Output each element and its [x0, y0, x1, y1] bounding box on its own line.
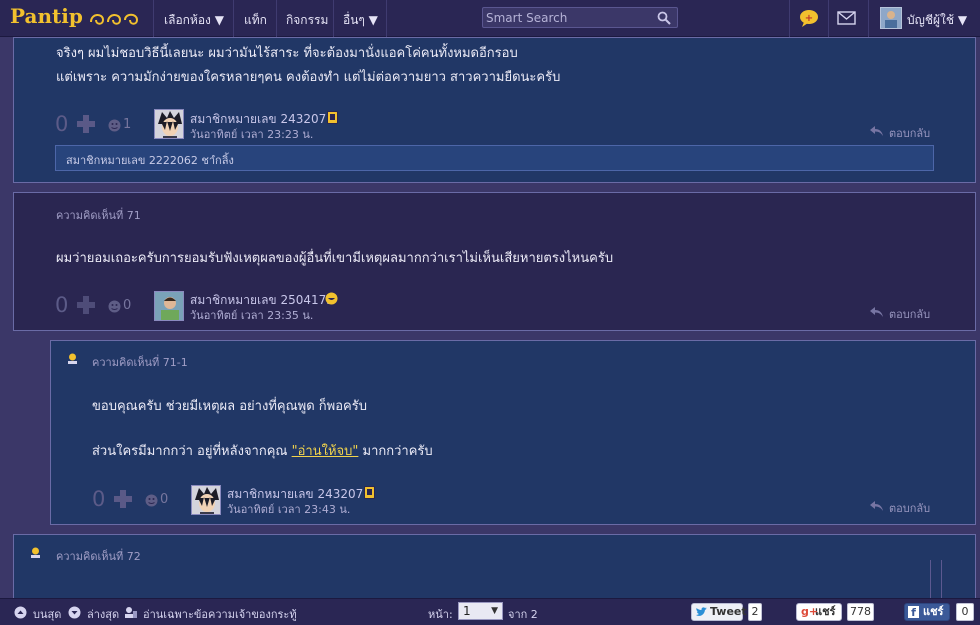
page-select[interactable]: 1 ▼ — [458, 602, 503, 620]
facebook-count: 0 — [956, 603, 974, 621]
tweet-count: 2 — [748, 603, 762, 621]
scroll-bottom-icon[interactable] — [68, 606, 81, 619]
pantip-logo[interactable]: Pantip — [10, 4, 83, 28]
account-menu[interactable]: บัญชีผู้ใช้ ▼ — [907, 11, 967, 30]
quoted-reply-bar[interactable]: สมาชิกหมายเลข 2222062 ชาํกลิ้ง — [55, 145, 934, 171]
scroll-bottom-button[interactable]: ล่างสุด — [87, 605, 119, 623]
scroll-top-icon[interactable] — [14, 606, 27, 619]
nav-divider — [868, 0, 869, 37]
comment-text: แต่เพราะ ความมักง่ายของใครหลายๆคน คงต้อง… — [56, 70, 561, 85]
comment-text: จริงๆ ผมไม่ชอบวิธีนี้เลยนะ ผมว่ามันไร้สา… — [56, 46, 518, 61]
bottom-toolbar: บนสุด ล่างสุด อ่านเฉพาะข้อความเจ้าของกระ… — [0, 598, 980, 625]
reply-comment-icon — [68, 353, 77, 364]
nav-divider — [386, 0, 387, 37]
emotion-icon[interactable] — [108, 300, 121, 313]
nav-divider — [789, 0, 790, 37]
member-badge-icon — [327, 111, 338, 124]
nav-activities[interactable]: กิจกรรม — [286, 11, 328, 30]
comment-71-1-box — [50, 340, 976, 525]
page-total: จาก 2 — [508, 608, 538, 621]
photo-avatar-icon — [155, 292, 183, 320]
emotion-count: 0 — [160, 492, 169, 507]
page-select-value: 1 — [463, 604, 471, 618]
pantip-logo-mark-icon[interactable] — [88, 8, 140, 28]
member-badge-icon — [364, 486, 375, 499]
scroll-top-button[interactable]: บนสุด — [33, 605, 61, 623]
plus-vote-icon[interactable] — [76, 295, 96, 315]
text-segment: มากกว่าครับ — [358, 444, 433, 459]
user-avatar[interactable] — [191, 485, 221, 515]
reply-icon[interactable] — [870, 501, 883, 511]
tweet-button[interactable]: Tweet — [691, 603, 747, 621]
vote-score: 0 — [55, 293, 69, 317]
nav-divider — [153, 0, 154, 37]
reply-button[interactable]: ตอบกลับ — [889, 305, 930, 323]
comment-number: ความคิดเห็นที่ 71-1 — [92, 356, 188, 369]
gplus-share-button[interactable]: g+ แชร์ — [796, 603, 842, 621]
top-navbar: Pantip เลือกห้อง ▼ แท็ก กิจกรรม อื่นๆ ▼ … — [0, 0, 980, 37]
search-input[interactable] — [486, 10, 654, 25]
comment-date: วันอาทิตย์ เวลา 23:43 น. — [227, 503, 351, 516]
quoted-user: สมาชิกหมายเลข 2222062 ชาํกลิ้ง — [66, 154, 234, 167]
comment-text: ขอบคุณครับ ช่วยมีเหตุผล อย่างที่คุณพูด ก… — [92, 399, 367, 414]
reply-button[interactable]: ตอบกลับ — [889, 499, 930, 517]
read-to-end-link[interactable]: "อ่านให้จบ" — [292, 444, 359, 459]
reply-icon[interactable] — [870, 126, 883, 136]
svg-text:+: + — [805, 13, 813, 24]
gplus-count: 778 — [847, 603, 874, 621]
emotion-icon[interactable] — [108, 119, 121, 132]
user-avatar[interactable] — [154, 291, 184, 321]
facebook-label: แชร์ — [923, 605, 944, 618]
user-avatar[interactable] — [154, 109, 184, 139]
tweet-label: Tweet — [710, 605, 747, 618]
vote-score: 0 — [92, 487, 106, 511]
nav-divider — [828, 0, 829, 37]
text-segment: ส่วนใครมีมากกว่า อยู่ที่หลังจากคุณ — [92, 444, 292, 459]
comment-date: วันอาทิตย์ เวลา 23:23 น. — [190, 128, 314, 141]
facebook-icon: f — [908, 606, 919, 619]
vote-score: 0 — [55, 112, 69, 136]
nav-choose-room[interactable]: เลือกห้อง ▼ — [164, 11, 224, 30]
user-avatar-icon — [885, 11, 897, 28]
nav-divider — [276, 0, 277, 37]
scrollbar-handle[interactable] — [930, 560, 942, 598]
comment-text-with-link: ส่วนใครมีมากกว่า อยู่ที่หลังจากคุณ "อ่าน… — [92, 440, 433, 461]
comment-number: ความคิดเห็นที่ 72 — [56, 550, 141, 563]
comment-72-box — [13, 534, 976, 604]
plus-vote-icon[interactable] — [76, 114, 96, 134]
gplus-icon: g+ — [801, 605, 819, 618]
comment-text: ผมว่ายอมเถอะครับการยอมรับฟังเหตุผลของผู้… — [56, 251, 614, 266]
reply-button[interactable]: ตอบกลับ — [889, 124, 930, 142]
comment-date: วันอาทิตย์ เวลา 23:35 น. — [190, 309, 314, 322]
dropdown-arrow-icon: ▼ — [491, 606, 498, 616]
emotion-count: 1 — [123, 117, 132, 132]
emotion-count: 0 — [123, 298, 132, 313]
plus-vote-icon[interactable] — [113, 489, 133, 509]
comment-icon — [31, 547, 40, 558]
nav-more[interactable]: อื่นๆ ▼ — [343, 11, 378, 30]
owner-filter-icon[interactable] — [124, 606, 137, 619]
user-avatar[interactable] — [880, 7, 902, 29]
smart-search-box — [482, 7, 678, 28]
smiley-badge-icon — [325, 292, 338, 305]
anime-avatar-icon — [192, 486, 220, 514]
mail-icon[interactable] — [836, 8, 858, 28]
nav-divider — [333, 0, 334, 37]
notification-chat-icon[interactable]: + — [798, 8, 820, 28]
search-icon[interactable] — [657, 11, 671, 25]
comment-number: ความคิดเห็นที่ 71 — [56, 209, 141, 222]
nav-divider — [233, 0, 234, 37]
facebook-share-button[interactable]: f แชร์ — [904, 603, 950, 621]
page-label: หน้า: — [428, 608, 453, 621]
nav-tags[interactable]: แท็ก — [244, 11, 267, 30]
twitter-bird-icon — [696, 607, 707, 616]
owner-only-filter[interactable]: อ่านเฉพาะข้อความเจ้าของกระทู้ — [143, 605, 297, 623]
emotion-icon[interactable] — [145, 494, 158, 507]
reply-icon[interactable] — [870, 307, 883, 317]
anime-avatar-icon — [155, 110, 183, 138]
